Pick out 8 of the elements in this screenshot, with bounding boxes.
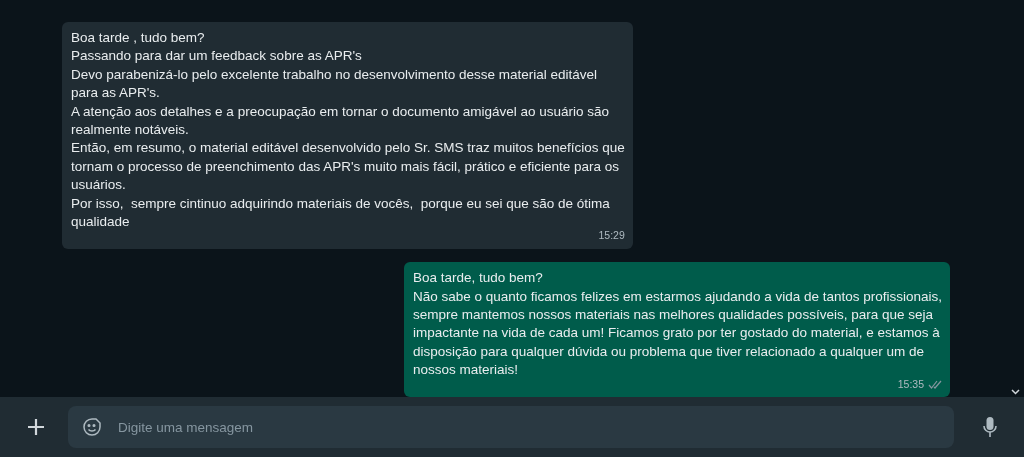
double-check-icon: [928, 380, 942, 390]
message-text: Boa tarde , tudo bem? Passando para dar um feedback sobre as APR's Devo parabenizá-lo pelo excelente trabalho no desenvolvimento desse material editável para as APR's. A atenção aos detalhes e a preocupação em tornar o documento amigável ao usuário são realmente notáveis. Então, em resumo, o material editável desenvolvido pelo Sr. SMS traz muitos benefícios que tornam o processo de preenchimento das APR's muito mais fácil, prático e eficiente para os usuários. Por isso, sempre cintinuo adquirindo materiais de vocês, porque eu sei que são de ótima qualidade: [71, 29, 625, 231]
chevron-down-icon[interactable]: [1011, 389, 1020, 396]
plus-icon[interactable]: [26, 417, 46, 438]
microphone-icon[interactable]: [982, 416, 998, 439]
message-time: 15:29: [598, 228, 625, 244]
sticker-icon[interactable]: [82, 417, 102, 438]
message-input[interactable]: Digite uma mensagem: [68, 406, 954, 449]
